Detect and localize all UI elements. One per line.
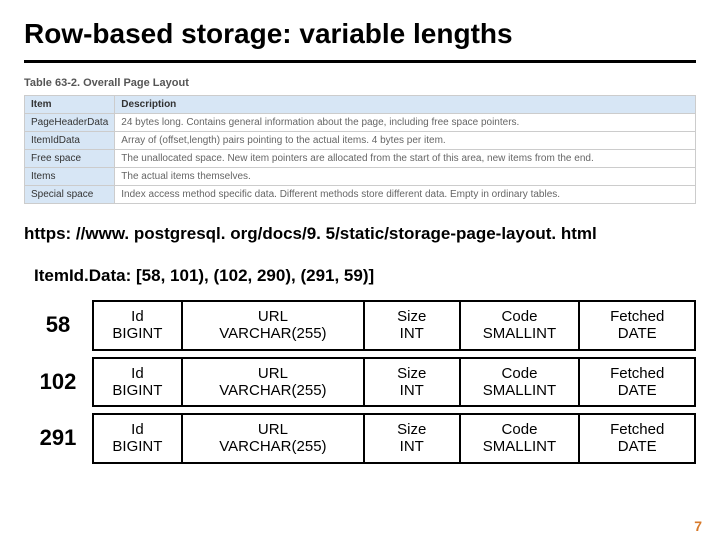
column-name: Id [98, 421, 177, 438]
layout-row-item: PageHeaderData [25, 114, 115, 132]
page-layout-table: Item Description PageHeaderData24 bytes … [24, 95, 696, 204]
column-type: VARCHAR(255) [187, 382, 359, 399]
itemid-data-line: ItemId.Data: [58, 101), (102, 290), (291… [34, 266, 696, 286]
row-columns-table: IdBIGINTURLVARCHAR(255)SizeINTCodeSMALLI… [92, 413, 696, 464]
row-offset: 291 [30, 425, 92, 451]
column-cell: CodeSMALLINT [460, 301, 580, 350]
title-rule [24, 60, 696, 63]
column-type: VARCHAR(255) [187, 325, 359, 342]
column-cell: URLVARCHAR(255) [182, 414, 364, 463]
column-type: DATE [584, 382, 690, 399]
column-name: Fetched [584, 365, 690, 382]
row-offset: 58 [30, 312, 92, 338]
column-type: BIGINT [98, 382, 177, 399]
layout-row-item: Items [25, 168, 115, 186]
column-name: URL [187, 308, 359, 325]
column-type: VARCHAR(255) [187, 438, 359, 455]
row-offset: 102 [30, 369, 92, 395]
column-cell: CodeSMALLINT [460, 414, 580, 463]
column-cell: IdBIGINT [93, 414, 182, 463]
column-name: URL [187, 421, 359, 438]
layout-row-item: Special space [25, 186, 115, 204]
column-name: URL [187, 365, 359, 382]
column-type: DATE [584, 438, 690, 455]
column-name: Fetched [584, 308, 690, 325]
table-row: Special spaceIndex access method specifi… [25, 186, 696, 204]
column-name: Size [369, 365, 455, 382]
storage-row: 291IdBIGINTURLVARCHAR(255)SizeINTCodeSMA… [30, 413, 696, 464]
column-cell: IdBIGINT [93, 358, 182, 407]
column-type: DATE [584, 325, 690, 342]
table-row: Free spaceThe unallocated space. New ite… [25, 150, 696, 168]
column-type: INT [369, 382, 455, 399]
layout-header-item: Item [25, 96, 115, 114]
column-cell: IdBIGINT [93, 301, 182, 350]
table-row: PageHeaderData24 bytes long. Contains ge… [25, 114, 696, 132]
column-cell: URLVARCHAR(255) [182, 358, 364, 407]
column-cell: SizeINT [364, 358, 460, 407]
layout-row-item: ItemIdData [25, 132, 115, 150]
layout-row-desc: Index access method specific data. Diffe… [115, 186, 696, 204]
column-name: Size [369, 421, 455, 438]
layout-row-desc: Array of (offset,length) pairs pointing … [115, 132, 696, 150]
column-cell: FetchedDATE [579, 414, 695, 463]
column-name: Size [369, 308, 455, 325]
column-name: Id [98, 365, 177, 382]
row-columns-table: IdBIGINTURLVARCHAR(255)SizeINTCodeSMALLI… [92, 300, 696, 351]
column-type: INT [369, 438, 455, 455]
column-type: SMALLINT [465, 325, 575, 342]
column-cell: SizeINT [364, 414, 460, 463]
slide-title: Row-based storage: variable lengths [24, 18, 696, 50]
column-type: SMALLINT [465, 438, 575, 455]
layout-header-desc: Description [115, 96, 696, 114]
column-cell: FetchedDATE [579, 358, 695, 407]
column-type: INT [369, 325, 455, 342]
column-type: BIGINT [98, 438, 177, 455]
storage-rows-group: 58IdBIGINTURLVARCHAR(255)SizeINTCodeSMAL… [30, 300, 696, 464]
column-cell: URLVARCHAR(255) [182, 301, 364, 350]
column-name: Code [465, 308, 575, 325]
storage-row: 58IdBIGINTURLVARCHAR(255)SizeINTCodeSMAL… [30, 300, 696, 351]
source-url: https: //www. postgresql. org/docs/9. 5/… [24, 224, 696, 244]
column-cell: SizeINT [364, 301, 460, 350]
table-row: ItemIdDataArray of (offset,length) pairs… [25, 132, 696, 150]
layout-row-desc: The unallocated space. New item pointers… [115, 150, 696, 168]
column-name: Code [465, 421, 575, 438]
layout-row-item: Free space [25, 150, 115, 168]
layout-row-desc: 24 bytes long. Contains general informat… [115, 114, 696, 132]
row-columns-table: IdBIGINTURLVARCHAR(255)SizeINTCodeSMALLI… [92, 357, 696, 408]
column-type: SMALLINT [465, 382, 575, 399]
column-name: Fetched [584, 421, 690, 438]
storage-row: 102IdBIGINTURLVARCHAR(255)SizeINTCodeSMA… [30, 357, 696, 408]
layout-table-caption: Table 63-2. Overall Page Layout [24, 77, 696, 89]
layout-row-desc: The actual items themselves. [115, 168, 696, 186]
table-row: ItemsThe actual items themselves. [25, 168, 696, 186]
column-name: Code [465, 365, 575, 382]
column-type: BIGINT [98, 325, 177, 342]
column-name: Id [98, 308, 177, 325]
column-cell: CodeSMALLINT [460, 358, 580, 407]
page-number: 7 [694, 518, 702, 534]
column-cell: FetchedDATE [579, 301, 695, 350]
